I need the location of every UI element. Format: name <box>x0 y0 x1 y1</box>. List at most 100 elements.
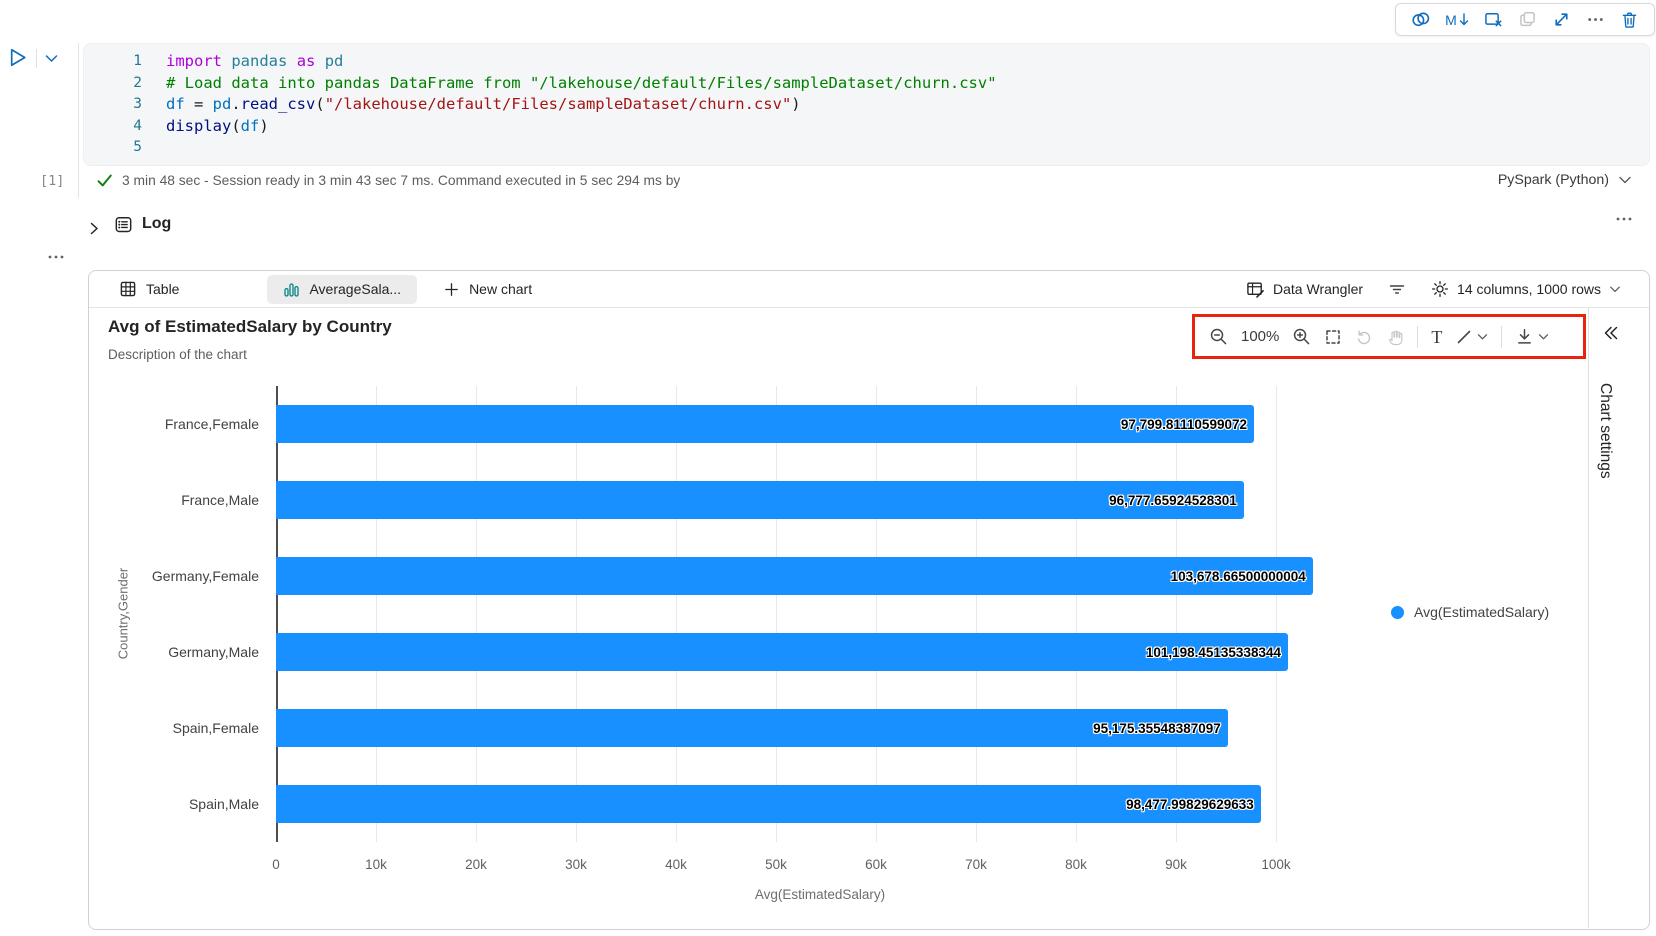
code-token: df <box>166 95 185 113</box>
marquee-select-icon[interactable] <box>1324 328 1342 346</box>
bar-value-label: 95,175.35548387097 <box>1093 721 1228 736</box>
columns-rows-selector[interactable]: 14 columns, 1000 rows <box>1431 280 1621 298</box>
chart-subtitle: Description of the chart <box>108 347 247 362</box>
execution-status: 3 min 48 sec - Session ready in 3 min 43… <box>122 173 680 188</box>
line-number: 2 <box>84 73 142 95</box>
zoom-out-icon[interactable] <box>1209 327 1228 346</box>
line-tool-icon <box>1455 328 1473 346</box>
more-options-icon[interactable] <box>1586 10 1605 29</box>
log-expand-chevron-icon[interactable] <box>88 221 100 236</box>
code-token: ) <box>259 117 268 135</box>
line-number: 5 <box>84 137 142 159</box>
line-number: 3 <box>84 94 142 116</box>
line-tool[interactable] <box>1455 328 1488 346</box>
code-token <box>315 52 324 70</box>
code-text: df = pd.read_csv("/lakehouse/default/Fil… <box>166 94 801 116</box>
log-list-icon <box>114 215 133 234</box>
markdown-m-label: M <box>1445 13 1457 27</box>
bar-row: 103,678.66500000004 <box>276 538 1276 614</box>
kernel-selector[interactable]: PySpark (Python) <box>1498 172 1632 188</box>
tab-chart-averagesalary[interactable]: AverageSala... <box>267 275 417 304</box>
zoom-in-icon[interactable] <box>1292 327 1311 346</box>
code-token: # Load data into pandas DataFrame from "… <box>166 74 997 92</box>
x-tick-label: 50k <box>746 857 806 872</box>
plot-area: 97,799.81110599072 96,777.65924528301 103,… <box>276 386 1276 842</box>
x-tick-label: 60k <box>846 857 906 872</box>
code-lines: 1import pandas as pd2# Load data into pa… <box>84 51 1641 159</box>
run-options-chevron-icon[interactable] <box>44 52 59 65</box>
line-tool-chevron-icon <box>1477 333 1488 341</box>
tab-chart-label: AverageSala... <box>309 281 401 297</box>
gear-icon <box>1431 280 1449 298</box>
legend-dot <box>1391 606 1404 619</box>
download-chart[interactable] <box>1515 327 1549 346</box>
x-tick-label: 90k <box>1146 857 1206 872</box>
copilot-icon[interactable] <box>1411 10 1430 29</box>
tab-table[interactable]: Table <box>119 280 179 298</box>
clear-output-icon[interactable] <box>1484 10 1503 29</box>
bar-value-label: 96,777.65924528301 <box>1109 493 1244 508</box>
bar: 96,777.65924528301 <box>276 481 1244 519</box>
convert-to-markdown-icon[interactable]: M <box>1445 13 1469 27</box>
new-chart-button[interactable]: New chart <box>443 281 532 298</box>
log-label[interactable]: Log <box>142 215 171 233</box>
code-token: ( <box>231 117 240 135</box>
chart-legend: Avg(EstimatedSalary) <box>1391 604 1549 620</box>
markdown-down-arrow <box>1459 13 1469 27</box>
code-editor[interactable]: 1import pandas as pd2# Load data into pa… <box>83 43 1650 166</box>
chart-title: Avg of EstimatedSalary by Country <box>108 317 392 337</box>
legend-label: Avg(EstimatedSalary) <box>1414 604 1549 620</box>
code-token: df <box>241 117 260 135</box>
run-cell-button[interactable] <box>7 46 30 69</box>
table-icon <box>119 280 137 298</box>
x-axis-ticks: 010k20k30k40k50k60k70k80k90k100k <box>276 857 1286 875</box>
bar-value-label: 97,799.81110599072 <box>1121 417 1254 432</box>
bar: 95,175.35548387097 <box>276 709 1228 747</box>
gridline <box>1276 386 1277 842</box>
run-divider <box>36 49 37 68</box>
expand-cell-icon[interactable] <box>1552 10 1571 29</box>
kernel-label: PySpark (Python) <box>1498 172 1609 188</box>
x-tick-label: 40k <box>646 857 706 872</box>
text-tool-icon[interactable]: T <box>1431 328 1442 346</box>
x-tick-label: 80k <box>1046 857 1106 872</box>
undo-icon <box>1355 328 1373 346</box>
delete-cell-icon[interactable] <box>1620 10 1639 29</box>
category-label: Germany,Male <box>109 614 259 690</box>
code-text: import pandas as pd <box>166 51 343 73</box>
filter-icon[interactable] <box>1387 280 1407 298</box>
download-icon <box>1515 327 1534 346</box>
cell-toolbar: M <box>1395 3 1655 36</box>
category-label: Germany,Female <box>109 538 259 614</box>
data-wrangler-icon <box>1246 280 1265 299</box>
y-axis-category-labels: France,FemaleFrance,MaleGermany,FemaleGe… <box>109 386 259 842</box>
code-text: display(df) <box>166 116 269 138</box>
x-tick-label: 10k <box>346 857 406 872</box>
data-wrangler-button[interactable]: Data Wrangler <box>1246 280 1363 299</box>
category-label: Spain,Male <box>109 766 259 842</box>
code-token: = <box>185 95 213 113</box>
bar-row: 101,198.45135338344 <box>276 614 1276 690</box>
bar-row: 95,175.35548387097 <box>276 690 1276 766</box>
plus-icon <box>443 281 460 298</box>
output-tab-bar: Table AverageSala... New chart Data Wran… <box>89 271 1649 308</box>
code-line: 4 display(df) <box>84 116 1641 138</box>
collapse-settings-icon[interactable] <box>1600 323 1621 343</box>
category-label: Spain,Female <box>109 690 259 766</box>
bar-chart-icon <box>283 281 300 298</box>
code-token: ( <box>315 95 324 113</box>
tab-table-label: Table <box>146 281 179 297</box>
plot-bars: 97,799.81110599072 96,777.65924528301 103,… <box>276 386 1276 842</box>
notebook-screen: M 1import pandas as pd2# Load data into … <box>0 0 1656 936</box>
download-chevron-icon <box>1538 333 1549 341</box>
code-token: as <box>297 52 316 70</box>
output-more-options-icon[interactable] <box>46 248 66 266</box>
x-tick-label: 100k <box>1246 857 1306 872</box>
log-more-options-icon[interactable] <box>1614 210 1634 228</box>
line-number: 4 <box>84 116 142 138</box>
code-token <box>222 52 231 70</box>
bar-row: 98,477.99829629633 <box>276 766 1276 842</box>
code-token: ) <box>791 95 800 113</box>
code-token: pd <box>213 95 232 113</box>
new-chart-label: New chart <box>469 281 532 297</box>
